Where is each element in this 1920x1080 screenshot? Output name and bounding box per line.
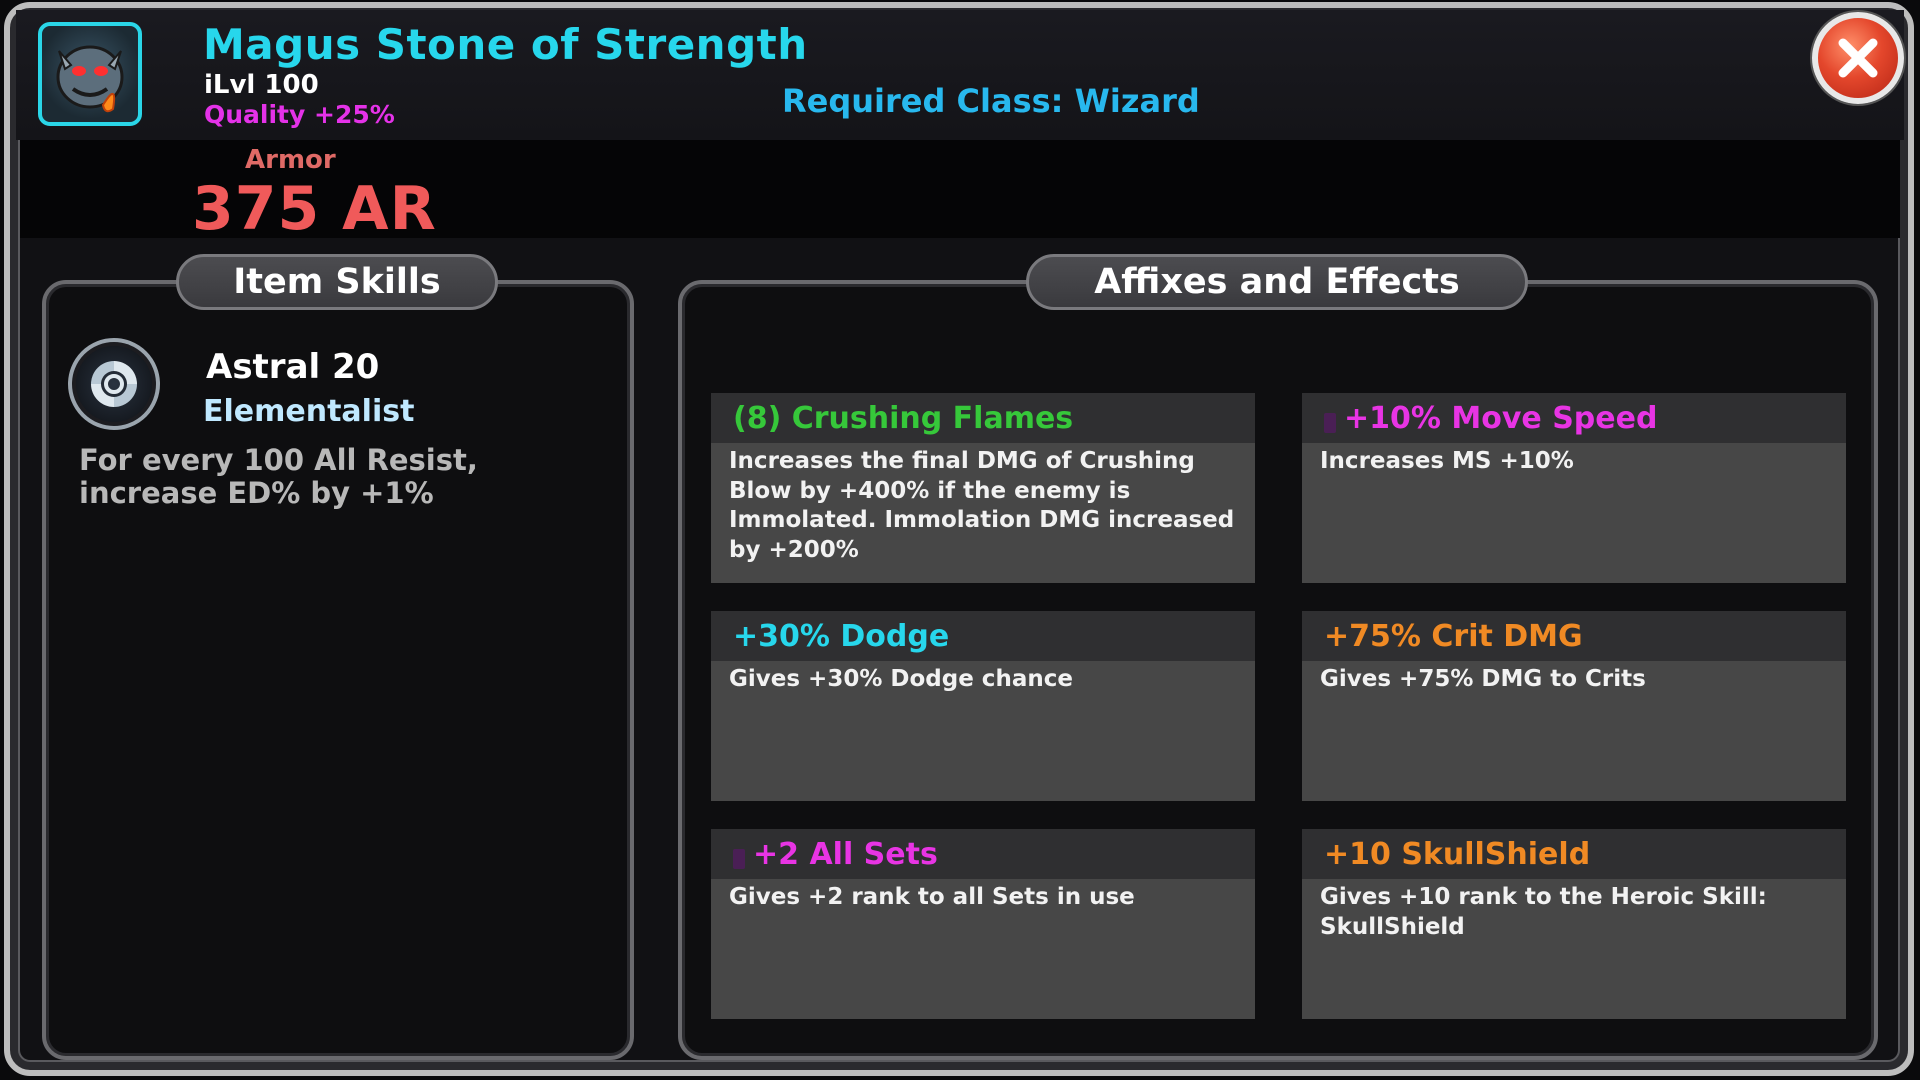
item-name: Magus Stone of Strength: [203, 20, 808, 69]
affix-name: +75% Crit DMG: [1324, 618, 1583, 654]
demon-face-icon: [38, 22, 142, 126]
affix-card: +30% Dodge Gives +30% Dodge chance: [711, 611, 1255, 801]
armor-label: Armor: [245, 145, 336, 175]
affix-description: Increases the final DMG of Crushing Blow…: [729, 448, 1235, 563]
close-button[interactable]: [1812, 12, 1904, 104]
affix-card: +75% Crit DMG Gives +75% DMG to Crits: [1302, 611, 1846, 801]
close-icon: [1838, 38, 1878, 78]
affix-name: (8) Crushing Flames: [733, 400, 1074, 436]
affix-card: +10% Move Speed Increases MS +10%: [1302, 393, 1846, 583]
skill-description: For every 100 All Resist, increase ED% b…: [79, 443, 478, 510]
skill-class: Elementalist: [203, 394, 415, 429]
affix-name: +2 All Sets: [753, 836, 938, 872]
affix-description: Gives +30% Dodge chance: [729, 666, 1073, 692]
item-level: iLvl 100: [204, 70, 319, 100]
affixes-title: Affixes and Effects: [1026, 254, 1528, 310]
skill-name: Astral 20: [206, 347, 380, 387]
required-class: Required Class: Wizard: [782, 82, 1200, 120]
gem-icon: [1324, 413, 1336, 433]
affix-name: +10% Move Speed: [1344, 400, 1658, 436]
armor-value: 375 AR: [192, 174, 437, 244]
gem-icon: [733, 849, 745, 869]
affix-description: Gives +2 rank to all Sets in use: [729, 884, 1135, 910]
item-quality: Quality +25%: [204, 100, 395, 129]
affix-card: +10 SkullShield Gives +10 rank to the He…: [1302, 829, 1846, 1019]
affix-description: Gives +75% DMG to Crits: [1320, 666, 1646, 692]
affix-description: Increases MS +10%: [1320, 448, 1574, 474]
affix-name: +30% Dodge: [733, 618, 950, 654]
affix-description: Gives +10 rank to the Heroic Skill: Skul…: [1320, 884, 1767, 940]
swirl-icon[interactable]: [68, 338, 160, 430]
affix-card: (8) Crushing Flames Increases the final …: [711, 393, 1255, 583]
affix-card: +2 All Sets Gives +2 rank to all Sets in…: [711, 829, 1255, 1019]
item-skills-title: Item Skills: [176, 254, 498, 310]
affix-name: +10 SkullShield: [1324, 836, 1591, 872]
